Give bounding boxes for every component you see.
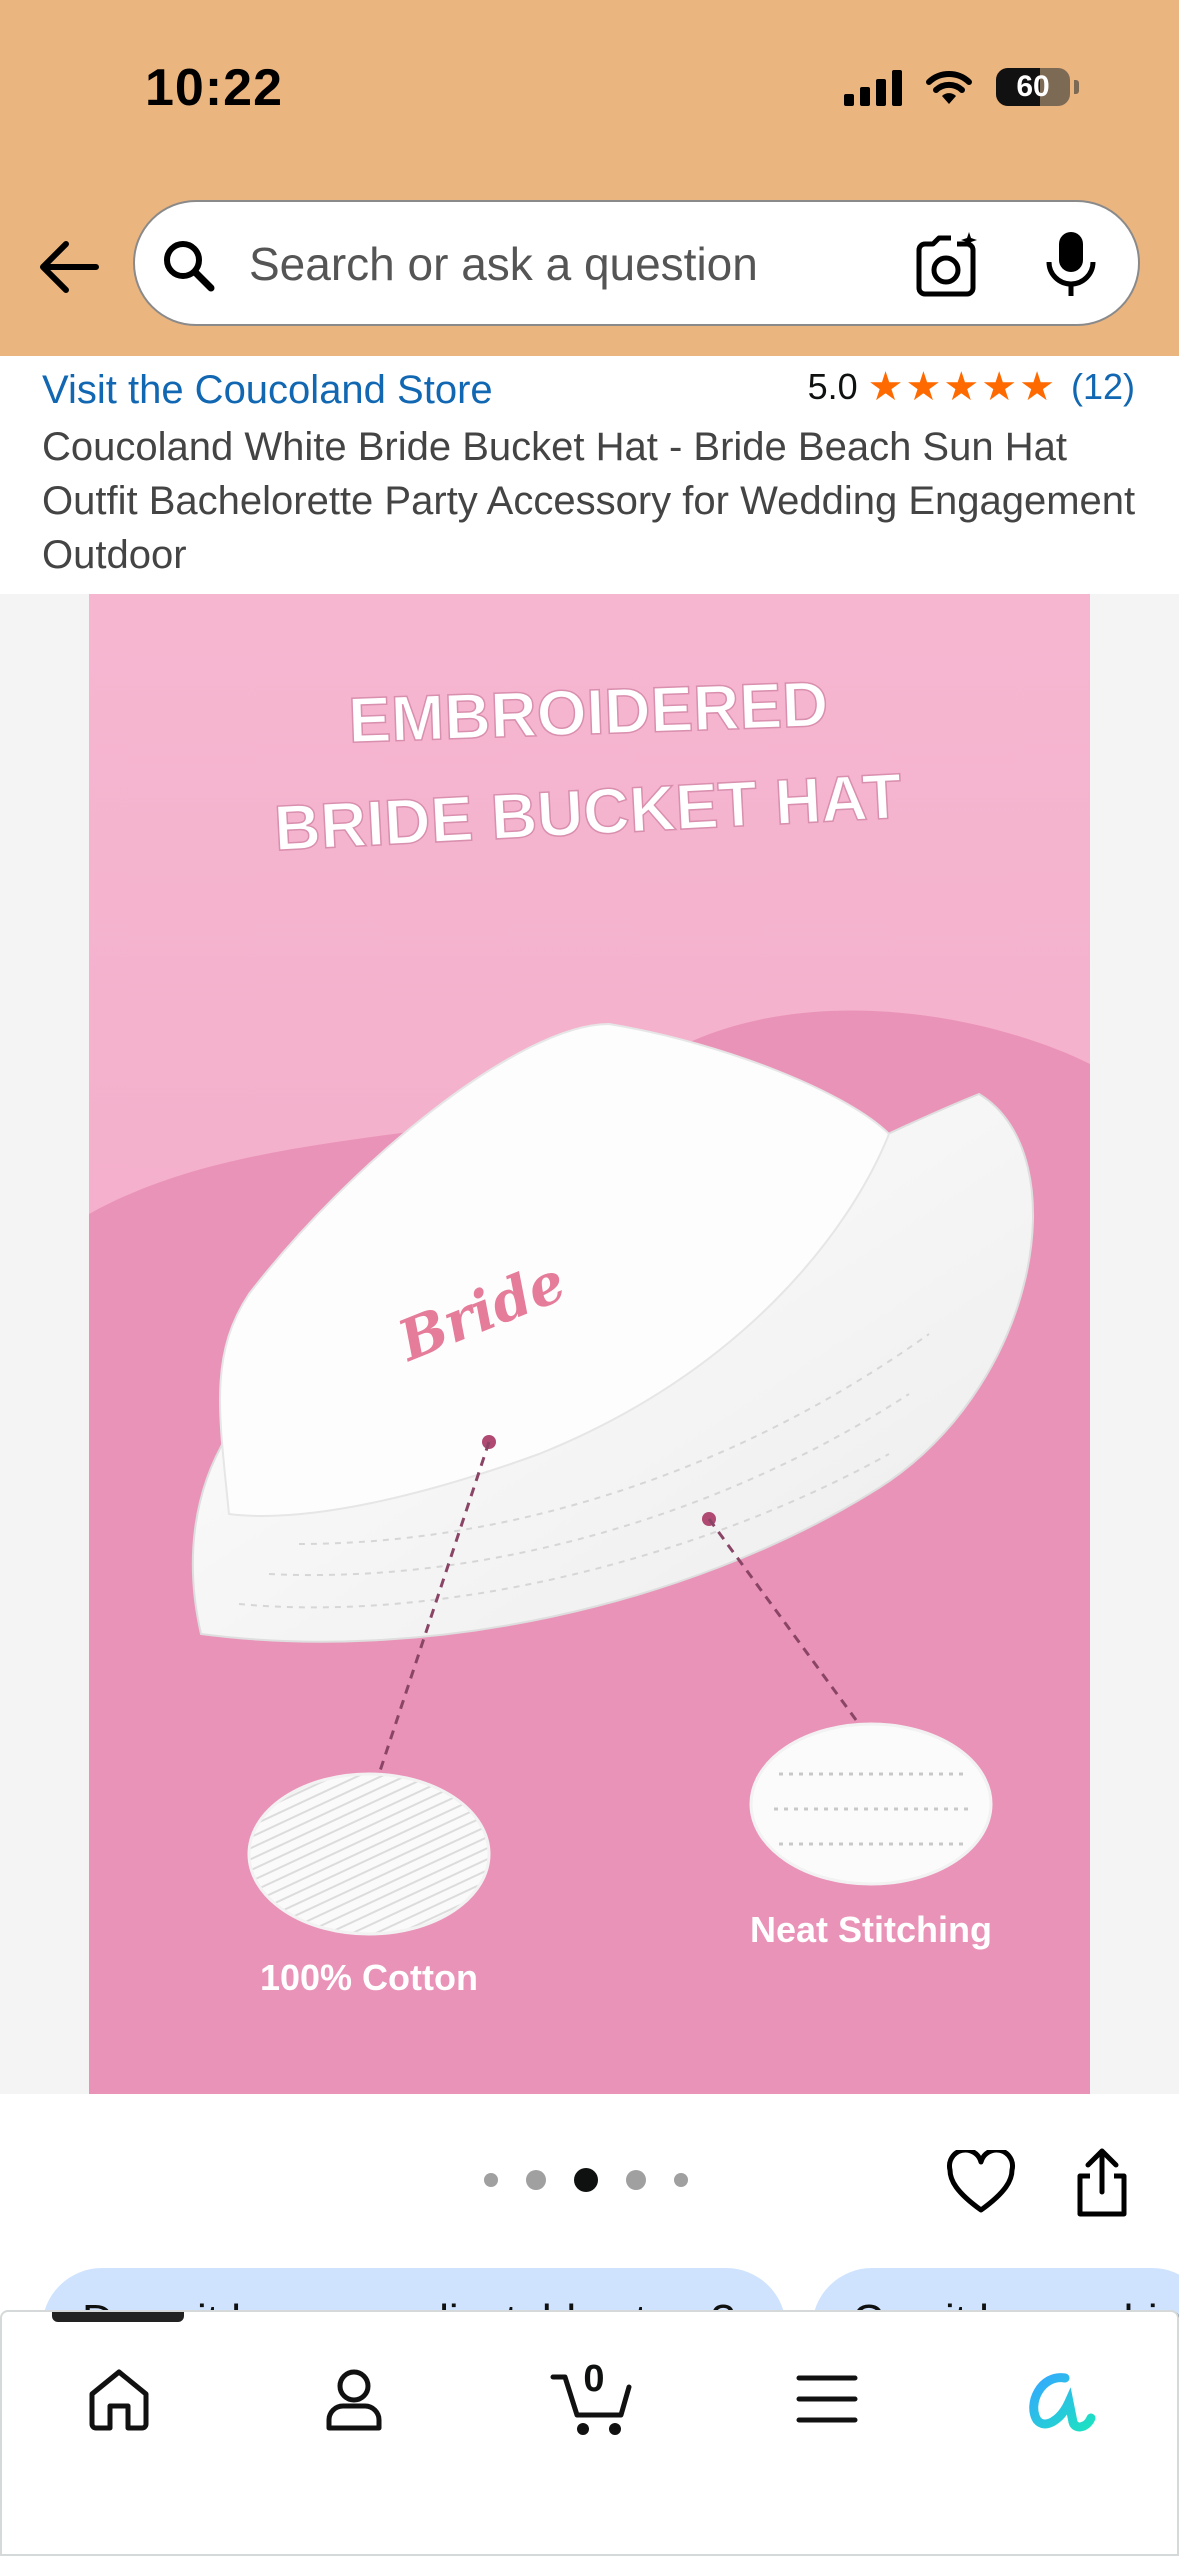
search-bar[interactable] [133, 200, 1140, 326]
home-icon [89, 2369, 149, 2431]
nav-home[interactable] [74, 2354, 164, 2444]
back-arrow-icon[interactable] [34, 232, 104, 302]
feature-label-stitching: Neat Stitching [750, 1909, 992, 1950]
carousel-dot[interactable] [674, 2173, 688, 2187]
battery-tip [1074, 80, 1079, 94]
nav-rufus-assistant[interactable] [1014, 2354, 1104, 2444]
star-rating: ★ ★ ★ ★ ★ [868, 367, 1055, 407]
nav-cart[interactable]: 0 [544, 2354, 644, 2444]
carousel-dot[interactable] [526, 2170, 546, 2190]
feature-label-cotton: 100% Cotton [260, 1957, 478, 1998]
battery-icon: 60 [996, 68, 1070, 106]
camera-lens-icon[interactable] [911, 230, 981, 300]
carousel-dot[interactable] [484, 2173, 498, 2187]
carousel-page-indicator[interactable] [484, 2168, 688, 2192]
product-image-carousel[interactable]: EMBROIDERED BRIDE BUCKET HAT Bride 100% … [0, 594, 1179, 2094]
search-input[interactable] [247, 202, 1011, 326]
cellular-signal-icon [844, 68, 902, 106]
carousel-dot[interactable] [626, 2170, 646, 2190]
top-header: 10:22 60 [0, 0, 1179, 356]
rating-summary[interactable]: 5.0 ★ ★ ★ ★ ★ (12) [808, 366, 1135, 408]
bottom-navigation: 0 [0, 2310, 1179, 2556]
active-tab-indicator [52, 2312, 184, 2322]
carousel-dot-active[interactable] [574, 2168, 598, 2192]
star-icon: ★ [867, 365, 904, 409]
star-icon: ★ [1019, 365, 1055, 409]
microphone-icon[interactable] [1041, 228, 1101, 300]
star-icon: ★ [943, 365, 980, 409]
star-icon: ★ [905, 365, 942, 409]
nav-account[interactable] [309, 2354, 399, 2444]
battery-level: 60 [1016, 70, 1050, 103]
status-icons: 60 [844, 62, 1079, 112]
share-icon[interactable] [1072, 2148, 1132, 2218]
user-icon [326, 2369, 382, 2431]
hamburger-menu-icon [796, 2375, 858, 2423]
product-image[interactable]: EMBROIDERED BRIDE BUCKET HAT Bride 100% … [89, 594, 1090, 2094]
wifi-icon [926, 71, 972, 104]
nav-menu[interactable] [782, 2354, 872, 2444]
search-icon [164, 241, 215, 292]
rating-value: 5.0 [807, 366, 858, 407]
visit-store-link[interactable]: Visit the Coucoland Store [42, 368, 493, 413]
cart-count-badge: 0 [583, 2358, 605, 2400]
star-icon: ★ [981, 365, 1018, 409]
rufus-assistant-icon [1029, 2373, 1096, 2432]
product-title: Coucoland White Bride Bucket Hat - Bride… [42, 425, 1136, 577]
heart-icon[interactable] [946, 2150, 1016, 2216]
status-time: 10:22 [145, 59, 283, 117]
rating-count[interactable]: (12) [1071, 366, 1135, 408]
